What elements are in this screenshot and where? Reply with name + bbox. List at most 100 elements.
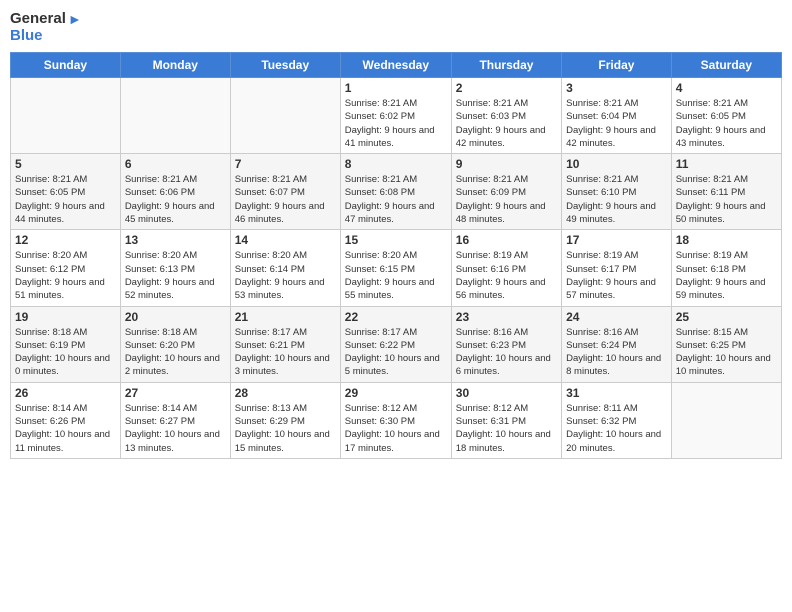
day-number: 19: [15, 310, 116, 324]
day-info: Sunrise: 8:12 AM Sunset: 6:31 PM Dayligh…: [456, 402, 557, 455]
day-number: 30: [456, 386, 557, 400]
day-cell: 22 Sunrise: 8:17 AM Sunset: 6:22 PM Dayli…: [340, 306, 451, 382]
day-cell: [11, 78, 121, 154]
weekday-header-sunday: Sunday: [11, 53, 121, 78]
day-info: Sunrise: 8:21 AM Sunset: 6:11 PM Dayligh…: [676, 173, 777, 226]
day-cell: 7Sunrise: 8:21 AM Sunset: 6:07 PM Daylig…: [230, 154, 340, 230]
week-row-5: 26 Sunrise: 8:14 AM Sunset: 6:26 PM Dayli…: [11, 382, 782, 458]
weekday-header-friday: Friday: [562, 53, 672, 78]
day-info: Sunrise: 8:12 AM Sunset: 6:30 PM Dayligh…: [345, 402, 447, 455]
header: General ► Blue: [10, 10, 782, 44]
day-cell: 11 Sunrise: 8:21 AM Sunset: 6:11 PM Dayli…: [671, 154, 781, 230]
day-info: Sunrise: 8:17 AM Sunset: 6:22 PM Dayligh…: [345, 326, 447, 379]
day-number: 13: [125, 233, 226, 247]
day-cell: 8Sunrise: 8:21 AM Sunset: 6:08 PM Daylig…: [340, 154, 451, 230]
day-cell: 28 Sunrise: 8:13 AM Sunset: 6:29 PM Dayli…: [230, 382, 340, 458]
day-info: Sunrise: 8:20 AM Sunset: 6:14 PM Dayligh…: [235, 249, 336, 302]
day-number: 11: [676, 157, 777, 171]
day-cell: 30 Sunrise: 8:12 AM Sunset: 6:31 PM Dayli…: [451, 382, 561, 458]
day-info: Sunrise: 8:21 AM Sunset: 6:02 PM Dayligh…: [345, 97, 447, 150]
day-cell: 23 Sunrise: 8:16 AM Sunset: 6:23 PM Dayli…: [451, 306, 561, 382]
day-number: 3: [566, 81, 667, 95]
week-row-2: 5 Sunrise: 8:21 AM Sunset: 6:05 PM Daylig…: [11, 154, 782, 230]
day-info: Sunrise: 8:19 AM Sunset: 6:17 PM Dayligh…: [566, 249, 667, 302]
day-number: 15: [345, 233, 447, 247]
page: General ► Blue SundayMondayTuesdayWednes…: [0, 0, 792, 612]
logo: General ► Blue: [10, 10, 82, 44]
day-cell: 17Sunrise: 8:19 AM Sunset: 6:17 PM Dayli…: [562, 230, 672, 306]
day-info: Sunrise: 8:21 AM Sunset: 6:07 PM Dayligh…: [235, 173, 336, 226]
day-cell: 10Sunrise: 8:21 AM Sunset: 6:10 PM Dayli…: [562, 154, 672, 230]
day-info: Sunrise: 8:19 AM Sunset: 6:18 PM Dayligh…: [676, 249, 777, 302]
day-cell: 4 Sunrise: 8:21 AM Sunset: 6:05 PM Daylig…: [671, 78, 781, 154]
day-number: 26: [15, 386, 116, 400]
day-number: 24: [566, 310, 667, 324]
day-info: Sunrise: 8:11 AM Sunset: 6:32 PM Dayligh…: [566, 402, 667, 455]
day-info: Sunrise: 8:14 AM Sunset: 6:26 PM Dayligh…: [15, 402, 116, 455]
week-row-4: 19 Sunrise: 8:18 AM Sunset: 6:19 PM Dayli…: [11, 306, 782, 382]
day-info: Sunrise: 8:21 AM Sunset: 6:06 PM Dayligh…: [125, 173, 226, 226]
weekday-header-wednesday: Wednesday: [340, 53, 451, 78]
day-info: Sunrise: 8:17 AM Sunset: 6:21 PM Dayligh…: [235, 326, 336, 379]
day-number: 22: [345, 310, 447, 324]
day-cell: 9 Sunrise: 8:21 AM Sunset: 6:09 PM Daylig…: [451, 154, 561, 230]
day-cell: 3 Sunrise: 8:21 AM Sunset: 6:04 PM Daylig…: [562, 78, 672, 154]
day-number: 14: [235, 233, 336, 247]
day-number: 29: [345, 386, 447, 400]
day-info: Sunrise: 8:21 AM Sunset: 6:05 PM Dayligh…: [676, 97, 777, 150]
day-number: 31: [566, 386, 667, 400]
day-info: Sunrise: 8:13 AM Sunset: 6:29 PM Dayligh…: [235, 402, 336, 455]
day-number: 28: [235, 386, 336, 400]
week-row-3: 12 Sunrise: 8:20 AM Sunset: 6:12 PM Dayli…: [11, 230, 782, 306]
day-cell: 26 Sunrise: 8:14 AM Sunset: 6:26 PM Dayli…: [11, 382, 121, 458]
day-cell: [671, 382, 781, 458]
day-cell: 16 Sunrise: 8:19 AM Sunset: 6:16 PM Dayli…: [451, 230, 561, 306]
day-info: Sunrise: 8:20 AM Sunset: 6:15 PM Dayligh…: [345, 249, 447, 302]
day-info: Sunrise: 8:21 AM Sunset: 6:04 PM Dayligh…: [566, 97, 667, 150]
day-info: Sunrise: 8:21 AM Sunset: 6:03 PM Dayligh…: [456, 97, 557, 150]
logo-general: General: [10, 10, 66, 27]
day-cell: [120, 78, 230, 154]
day-cell: 29 Sunrise: 8:12 AM Sunset: 6:30 PM Dayli…: [340, 382, 451, 458]
day-number: 23: [456, 310, 557, 324]
day-number: 27: [125, 386, 226, 400]
weekday-header-saturday: Saturday: [671, 53, 781, 78]
day-info: Sunrise: 8:19 AM Sunset: 6:16 PM Dayligh…: [456, 249, 557, 302]
day-info: Sunrise: 8:21 AM Sunset: 6:05 PM Dayligh…: [15, 173, 116, 226]
day-cell: 21 Sunrise: 8:17 AM Sunset: 6:21 PM Dayli…: [230, 306, 340, 382]
day-number: 2: [456, 81, 557, 95]
weekday-header-tuesday: Tuesday: [230, 53, 340, 78]
day-cell: 24Sunrise: 8:16 AM Sunset: 6:24 PM Dayli…: [562, 306, 672, 382]
day-number: 8: [345, 157, 447, 171]
week-row-1: 1 Sunrise: 8:21 AM Sunset: 6:02 PM Daylig…: [11, 78, 782, 154]
day-number: 5: [15, 157, 116, 171]
day-number: 12: [15, 233, 116, 247]
day-cell: 27 Sunrise: 8:14 AM Sunset: 6:27 PM Dayli…: [120, 382, 230, 458]
day-number: 18: [676, 233, 777, 247]
day-number: 16: [456, 233, 557, 247]
day-cell: 2 Sunrise: 8:21 AM Sunset: 6:03 PM Daylig…: [451, 78, 561, 154]
day-info: Sunrise: 8:16 AM Sunset: 6:23 PM Dayligh…: [456, 326, 557, 379]
day-info: Sunrise: 8:15 AM Sunset: 6:25 PM Dayligh…: [676, 326, 777, 379]
calendar-table: SundayMondayTuesdayWednesdayThursdayFrid…: [10, 52, 782, 459]
day-cell: 20Sunrise: 8:18 AM Sunset: 6:20 PM Dayli…: [120, 306, 230, 382]
day-cell: 14 Sunrise: 8:20 AM Sunset: 6:14 PM Dayli…: [230, 230, 340, 306]
day-cell: 25 Sunrise: 8:15 AM Sunset: 6:25 PM Dayli…: [671, 306, 781, 382]
day-number: 10: [566, 157, 667, 171]
day-cell: 1 Sunrise: 8:21 AM Sunset: 6:02 PM Daylig…: [340, 78, 451, 154]
day-cell: [230, 78, 340, 154]
day-number: 4: [676, 81, 777, 95]
day-info: Sunrise: 8:18 AM Sunset: 6:19 PM Dayligh…: [15, 326, 116, 379]
day-number: 1: [345, 81, 447, 95]
day-number: 9: [456, 157, 557, 171]
day-info: Sunrise: 8:20 AM Sunset: 6:12 PM Dayligh…: [15, 249, 116, 302]
day-cell: 19 Sunrise: 8:18 AM Sunset: 6:19 PM Dayli…: [11, 306, 121, 382]
day-info: Sunrise: 8:21 AM Sunset: 6:09 PM Dayligh…: [456, 173, 557, 226]
day-number: 25: [676, 310, 777, 324]
weekday-header-monday: Monday: [120, 53, 230, 78]
day-info: Sunrise: 8:20 AM Sunset: 6:13 PM Dayligh…: [125, 249, 226, 302]
day-info: Sunrise: 8:18 AM Sunset: 6:20 PM Dayligh…: [125, 326, 226, 379]
day-number: 21: [235, 310, 336, 324]
day-info: Sunrise: 8:14 AM Sunset: 6:27 PM Dayligh…: [125, 402, 226, 455]
day-cell: 15 Sunrise: 8:20 AM Sunset: 6:15 PM Dayli…: [340, 230, 451, 306]
